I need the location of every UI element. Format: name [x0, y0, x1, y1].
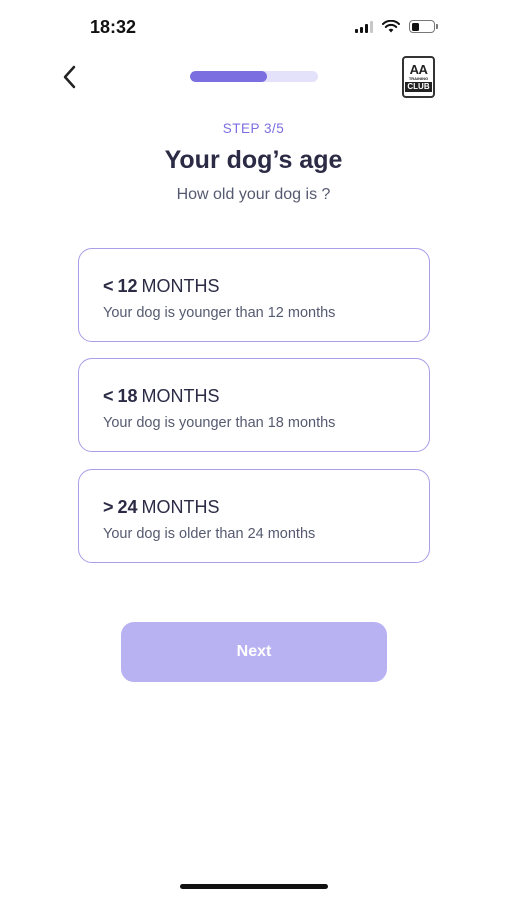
logo-club: CLUB: [405, 81, 432, 92]
option-symbol: <: [103, 386, 114, 406]
page-title: Your dog’s age: [164, 146, 343, 174]
option-number: 24: [117, 497, 138, 517]
step-label: STEP 3/5: [222, 121, 285, 136]
logo-aa: AA: [409, 61, 428, 77]
cellular-signal-icon: [355, 20, 373, 33]
next-button[interactable]: Next: [121, 622, 387, 682]
progress-fill: [190, 71, 267, 82]
age-option-over-24-months[interactable]: > 24 MONTHS Your dog is older than 24 mo…: [78, 469, 430, 563]
option-number: 18: [117, 386, 138, 406]
status-time: 18:32: [90, 17, 137, 37]
home-indicator: [180, 884, 328, 889]
status-icons: [355, 20, 438, 33]
option-unit: MONTHS: [141, 497, 220, 517]
option-unit: MONTHS: [141, 386, 220, 406]
aa-training-club-logo: AA TRAINING CLUB: [402, 56, 435, 98]
progress-bar: [190, 71, 318, 82]
option-symbol: >: [103, 497, 114, 517]
option-unit: MONTHS: [141, 276, 220, 296]
option-description: Your dog is younger than 12 months: [103, 305, 336, 321]
wifi-icon: [382, 20, 400, 33]
logo-training: TRAINING: [408, 75, 429, 81]
option-title: < 18 MONTHS: [103, 386, 405, 407]
back-button[interactable]: [56, 62, 84, 92]
age-option-under-18-months[interactable]: < 18 MONTHS Your dog is younger than 18 …: [78, 358, 430, 452]
option-title: < 12 MONTHS: [103, 276, 405, 297]
battery-icon: [409, 20, 438, 33]
page-subtitle: How old your dog is ?: [176, 186, 331, 203]
chevron-left-icon: [63, 65, 76, 89]
screen: 18:32 AA TRAINING CLUB STEP 3/5 Your dog…: [0, 0, 507, 900]
option-title: > 24 MONTHS: [103, 497, 405, 518]
option-symbol: <: [103, 276, 114, 296]
option-description: Your dog is younger than 18 months: [103, 415, 336, 431]
option-description: Your dog is older than 24 months: [103, 526, 316, 542]
age-option-under-12-months[interactable]: < 12 MONTHS Your dog is younger than 12 …: [78, 248, 430, 342]
option-number: 12: [117, 276, 138, 296]
